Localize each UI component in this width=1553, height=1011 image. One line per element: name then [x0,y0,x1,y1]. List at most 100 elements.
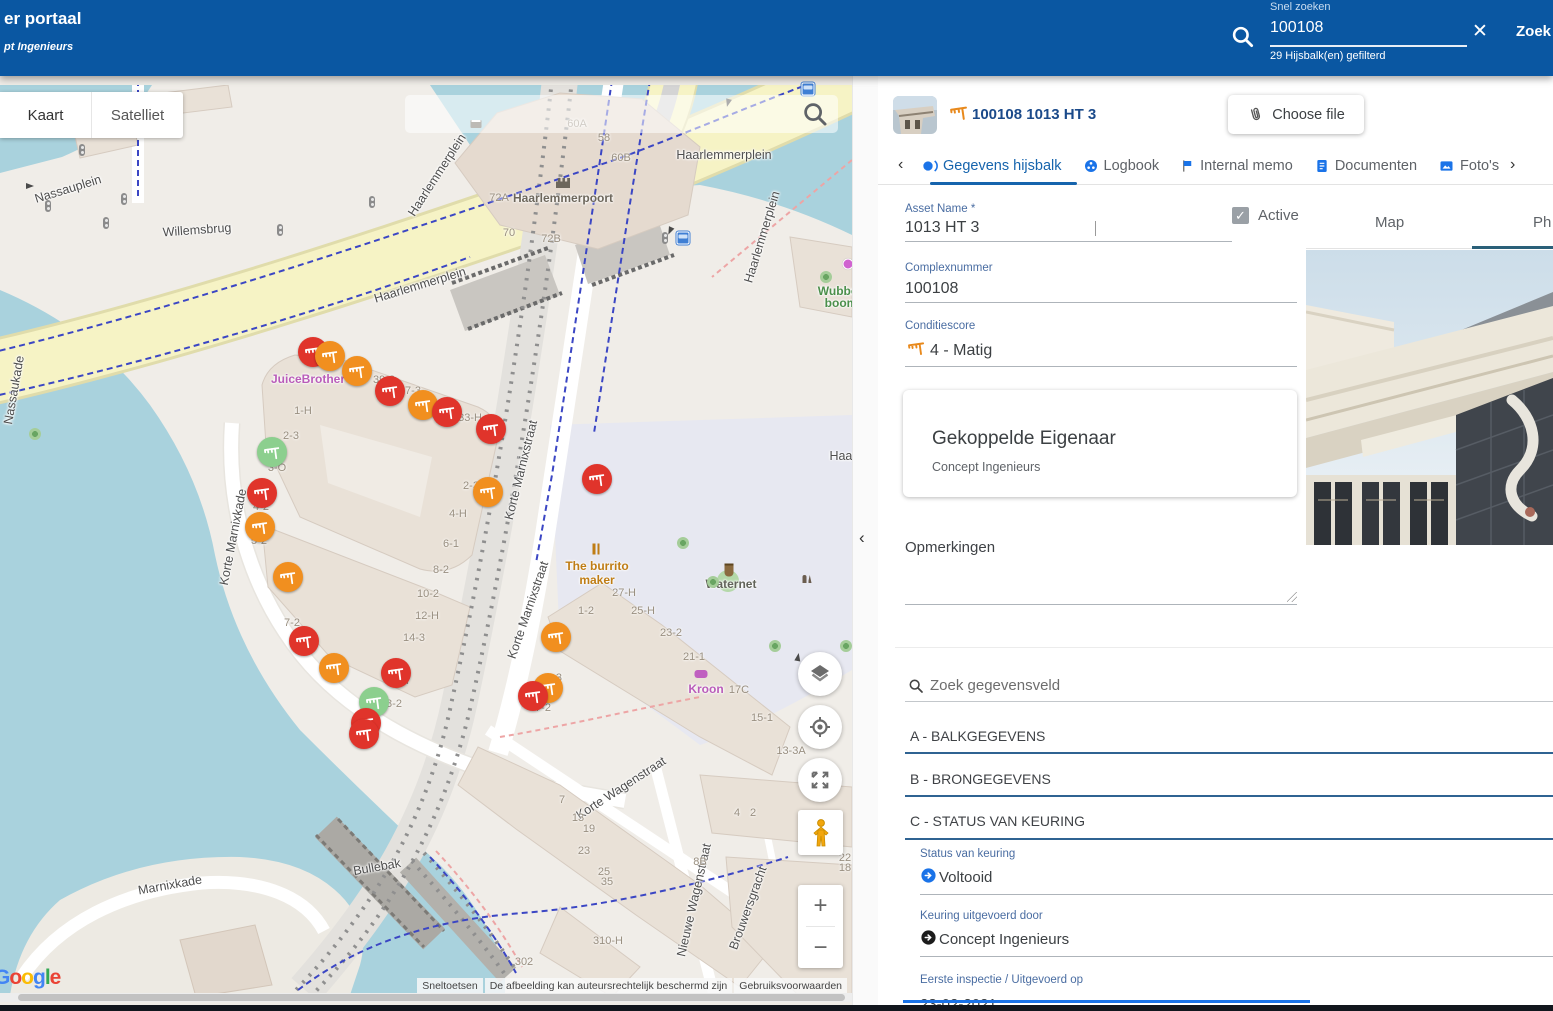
text-cursor [1095,221,1096,236]
map-search-icon[interactable] [800,99,834,129]
map-overlays: NassaupleinWillemsbrugHaarlemmerpleinHaa… [0,85,852,1011]
condition-beam-icon [907,338,926,362]
poi-label[interactable]: Haarlemmerpoort [513,191,613,205]
map-type-satelliet-button[interactable]: Satelliet [92,92,183,138]
asset-marker[interactable] [257,437,287,467]
building-number-label: 14-3 [403,632,425,644]
search-icon[interactable] [1230,24,1256,55]
map-horizontal-scrollbar[interactable] [0,993,852,1002]
poi-label[interactable]: Kroon [688,682,723,696]
building-number-label: 4-H [449,508,467,520]
layers-button[interactable] [798,652,842,696]
record-icon [922,158,938,174]
inspector-input[interactable]: Concept Ingenieurs [939,931,1069,948]
collapse-panel-icon[interactable]: ‹ [859,528,865,548]
tabs-scroll-left-icon[interactable]: ‹ [898,156,903,174]
building-number-label: 8-2 [433,564,449,576]
owner-card[interactable]: Gekoppelde Eigenaar Concept Ingenieurs [903,390,1297,497]
shortcuts-link[interactable]: Sneltoetsen [417,978,482,994]
asset-marker[interactable] [432,397,462,427]
asset-detail-panel: 100108 1013 HT 3 Choose file ‹ Gegevens … [878,76,1553,1011]
street-label: Marnixkade [137,872,203,897]
asset-marker[interactable] [315,341,345,371]
asset-marker[interactable] [319,653,349,683]
clear-search-icon[interactable]: ✕ [1472,20,1488,43]
complexnummer-input[interactable]: 100108 [905,280,958,298]
building-number-label: 4 [734,807,740,819]
tab-fotos[interactable]: Foto's [1438,158,1499,174]
poi-label[interactable]: boom [825,296,852,310]
tabs-scroll-right-icon[interactable]: › [1510,156,1515,174]
building-number-label: 19 [583,823,595,835]
view-tab-photo[interactable]: Ph [1533,214,1551,231]
poi-label[interactable]: JuiceBrother [271,372,345,386]
complexnummer-label: Complexnummer [905,262,993,274]
scrollbar-thumb[interactable] [18,994,845,1001]
asset-marker[interactable] [342,356,372,386]
asset-marker[interactable] [582,464,612,494]
asset-marker[interactable] [518,681,548,711]
traffic-light-icon [369,196,375,208]
map-canvas[interactable]: NassaupleinWillemsbrugHaarlemmerpleinHaa… [0,76,852,1011]
view-tab-map[interactable]: Map [1375,214,1404,231]
conditiescore-input[interactable]: 4 - Matig [930,342,992,360]
building-number-label: 23-2 [660,627,682,639]
map-search-band [405,95,838,133]
tab-gegevens-hijsbalk[interactable]: Gegevens hijsbalk [922,158,1062,174]
building-number-label: 72A [489,192,509,204]
tab-internal-memo[interactable]: Internal memo [1180,158,1293,174]
traffic-light-icon [103,217,109,229]
zoom-out-button[interactable]: − [798,927,843,968]
asset-marker[interactable] [245,512,275,542]
fullscreen-button[interactable] [798,758,842,802]
section-brongegevens[interactable]: B - BRONGEGEVENS [910,771,1051,787]
asset-marker[interactable] [541,622,571,652]
tree-icon [820,271,832,283]
section-balkgegevens[interactable]: A - BALKGEGEVENS [910,728,1045,744]
building-number-label: 7 [559,794,565,806]
bus-icon [677,232,690,245]
street-label: Korte Wagenstraat [574,754,669,822]
road-arrow-icon [794,653,801,662]
terms-link[interactable]: Gebruiksvoorwaarden [734,978,847,994]
opmerkingen-textarea[interactable] [905,604,1297,605]
asset-marker[interactable] [273,562,303,592]
layers-icon [808,662,832,686]
building-number-label: 8B [693,856,706,868]
quick-search-input[interactable]: 100108 [1270,19,1323,37]
status-label: Status van keuring [920,848,1015,860]
asset-marker[interactable] [289,626,319,656]
road-arrow-icon [666,226,675,236]
tab-documenten[interactable]: Documenten [1314,158,1417,174]
map-type-kaart-button[interactable]: Kaart [0,92,92,138]
active-checkbox[interactable]: ✓ [1232,207,1249,224]
zoom-in-button[interactable]: + [798,885,843,926]
poi-label[interactable]: The burrito [565,559,628,573]
choose-file-button[interactable]: Choose file [1228,95,1364,134]
traffic-light-icon [79,144,85,156]
section-status-van-keuring[interactable]: C - STATUS VAN KEURING [910,813,1085,829]
panel-collapse-strip: ‹ [852,76,880,1011]
quick-search-underline [1270,45,1467,47]
asset-marker[interactable] [349,719,379,749]
asset-marker[interactable] [476,414,506,444]
asset-marker[interactable] [375,376,405,406]
search-button[interactable]: Zoek [1516,23,1551,40]
pegman-control[interactable] [798,810,843,855]
asset-photo[interactable] [1306,250,1553,545]
tab-logbook[interactable]: Logbook [1083,158,1160,174]
asset-thumbnail[interactable] [893,96,937,134]
asset-title: 100108 1013 HT 3 [972,106,1096,123]
asset-marker[interactable] [473,477,503,507]
textarea-resize-handle[interactable] [1287,592,1297,602]
bus-icon [802,83,815,96]
my-location-button[interactable] [798,705,842,749]
asset-marker[interactable] [381,658,411,688]
asset-name-input[interactable]: 1013 HT 3 [905,219,979,237]
asset-marker[interactable] [247,478,277,508]
street-label: Haarlemmerplein [372,264,467,305]
poi-label[interactable]: maker [579,573,614,587]
status-input[interactable]: Voltooid [939,869,992,886]
field-search-input[interactable]: Zoek gegevensveld [930,677,1060,694]
building-number-label: 23 [578,845,590,857]
